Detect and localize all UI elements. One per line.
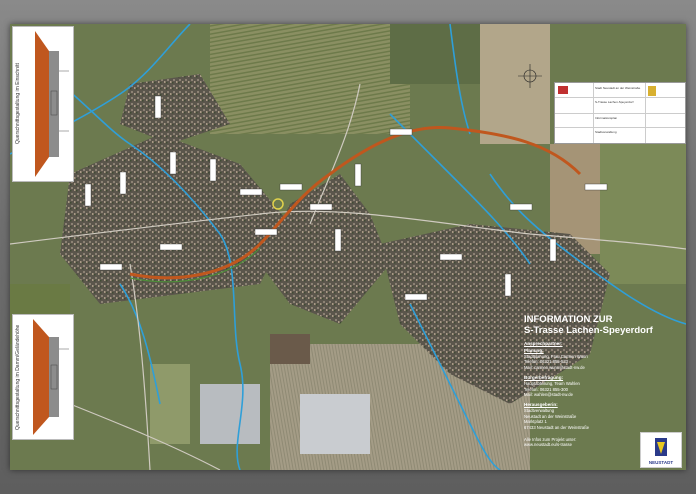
title-block-grid: [555, 83, 685, 143]
title-block-line-2: S-Trasse Lachen-Speyerdorf: [595, 100, 634, 104]
title-block-red-logo: [558, 86, 568, 94]
info-section-planning: Planung: Stadtplanung, Frau Carmen Wunn …: [524, 348, 686, 370]
info-section-title: Herausgeberin:: [524, 402, 558, 408]
title-block-line-1: Stadt Neustadt an der Weinstraße: [595, 86, 641, 90]
cross-section-top-label: Querschnittsgestaltung im Einschnitt: [15, 63, 21, 145]
map-sheet: Querschnittsgestaltung im Einschnitt Que…: [10, 24, 686, 470]
info-section-survey: Bürgerbefragung: Hauptabteilung, Team Wa…: [524, 375, 686, 397]
logo-text: NEUSTADT: [648, 460, 674, 465]
info-section-title: Bürgerbefragung:: [524, 375, 564, 381]
info-line: 67433 Neustadt an der Weinstraße: [524, 424, 590, 430]
title-block-crest: [648, 86, 656, 96]
info-heading-2: S-Trasse Lachen-Speyerdorf: [524, 325, 653, 336]
cross-section-bottom-drawing: [33, 319, 69, 435]
cross-section-bottom-label: Querschnittsgestaltung im Damm/Geländehö…: [15, 324, 21, 430]
info-line: Mail: wahlen@stadt-nw.de: [524, 392, 573, 398]
title-block-line-3: Informationsplan: [595, 116, 618, 120]
cross-section-bottom: Querschnittsgestaltung im Damm/Geländehö…: [12, 314, 74, 440]
cross-section-top: Querschnittsgestaltung im Einschnitt: [12, 26, 74, 182]
info-heading-1: INFORMATION ZUR: [524, 314, 613, 325]
info-section-title: Ansprechpartner:: [524, 341, 563, 346]
title-block-line-4: Stadtverwaltung: [595, 130, 617, 134]
info-line: Mail: carmen.wunn@stadt-nw.de: [524, 364, 585, 370]
grape-icon: [655, 438, 667, 456]
info-section-contact: Ansprechpartner:: [524, 341, 686, 346]
cross-section-top-drawing: [35, 31, 69, 177]
title-block: Stadt Neustadt an der Weinstraße S-Trass…: [554, 82, 686, 144]
info-section-publisher: Herausgeberin: Stadtverwaltung Neustadt …: [524, 402, 686, 430]
info-section-title: Planung:: [524, 348, 544, 353]
neustadt-logo: NEUSTADT: [640, 432, 682, 468]
